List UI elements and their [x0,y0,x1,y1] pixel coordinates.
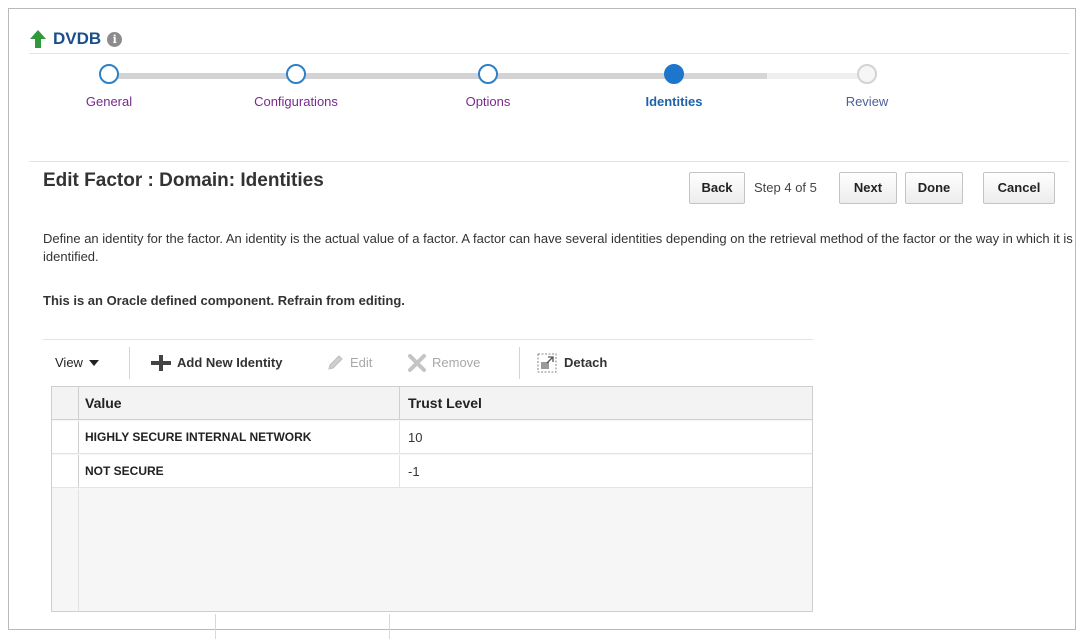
table-header-row: Value Trust Level [52,387,812,420]
pencil-icon [328,355,343,370]
cell-value: NOT SECURE [79,455,400,487]
add-new-identity-label: Add New Identity [177,355,283,370]
header-divider [29,53,1069,54]
detach-icon [537,353,557,373]
train-stop-dot [99,64,119,84]
row-selector-header [52,387,79,419]
page-description: Define an identity for the factor. An id… [43,231,1073,264]
train-stop-general[interactable]: General [29,61,189,109]
table-toolbar: View Add New Identity Edit Remove Detach [43,347,813,379]
train-stop-review[interactable]: Review [787,61,947,109]
chevron-down-icon [88,360,99,366]
column-header-trust-level[interactable]: Trust Level [400,387,812,419]
train-navigation: General Configurations Options Identitie… [29,61,1029,131]
train-stop-label: Configurations [254,94,338,109]
remove-x-icon [408,354,426,372]
train-stop-dot [286,64,306,84]
view-menu[interactable]: View [55,347,99,379]
footer-separator [389,614,390,639]
done-button[interactable]: Done [905,172,963,204]
detach-label: Detach [564,355,608,370]
toolbar-divider [43,339,813,340]
train-stop-label: Identities [645,94,703,109]
train-stop-configurations[interactable]: Configurations [216,61,376,109]
cell-trust-level: -1 [408,464,420,479]
table-row[interactable]: NOT SECURE -1 [52,455,812,488]
footer-separator [215,614,216,639]
detach-button[interactable]: Detach [537,347,607,379]
section-divider [29,161,1069,162]
column-header-value[interactable]: Value [79,387,400,419]
row-selector-filler [52,489,79,611]
up-arrow-icon[interactable] [29,29,47,49]
edit-button[interactable]: Edit [327,347,372,379]
edit-label: Edit [350,355,373,370]
back-button[interactable]: Back [689,172,745,204]
table-row[interactable]: HIGHLY SECURE INTERNAL NETWORK 10 [52,421,812,454]
train-stop-dot [857,64,877,84]
identities-table: Value Trust Level HIGHLY SECURE INTERNAL… [51,386,813,612]
toolbar-separator [519,347,520,379]
train-stop-label: Options [465,94,511,109]
info-icon[interactable]: i [107,31,123,47]
train-stop-identities[interactable]: Identities [594,61,754,109]
cancel-button[interactable]: Cancel [983,172,1055,204]
train-stop-dot [664,64,684,84]
page-title: Edit Factor : Domain: Identities [43,170,324,191]
header: DVDB i [29,25,123,53]
train-stop-label: General [85,94,133,109]
add-new-identity-button[interactable]: Add New Identity [151,347,282,379]
row-selector[interactable] [52,455,79,487]
plus-icon [151,355,171,371]
app-title: DVDB [53,29,102,48]
toolbar-separator [129,347,130,379]
next-button[interactable]: Next [839,172,897,204]
train-stop-label: Review [845,94,889,109]
train-track-done [109,73,673,79]
step-indicator: Step 4 of 5 [754,180,817,195]
cell-value: HIGHLY SECURE INTERNAL NETWORK [79,421,400,453]
remove-label: Remove [432,355,481,370]
cell-trust-level: 10 [408,430,423,445]
remove-button[interactable]: Remove [407,347,480,379]
view-menu-label: View [55,355,83,370]
window-frame: DVDB i General Configurations Options Id… [8,8,1076,639]
oracle-defined-warning: This is an Oracle defined component. Ref… [43,293,405,308]
train-stop-options[interactable]: Options [408,61,568,109]
train-stop-dot [478,64,498,84]
row-selector[interactable] [52,421,79,453]
